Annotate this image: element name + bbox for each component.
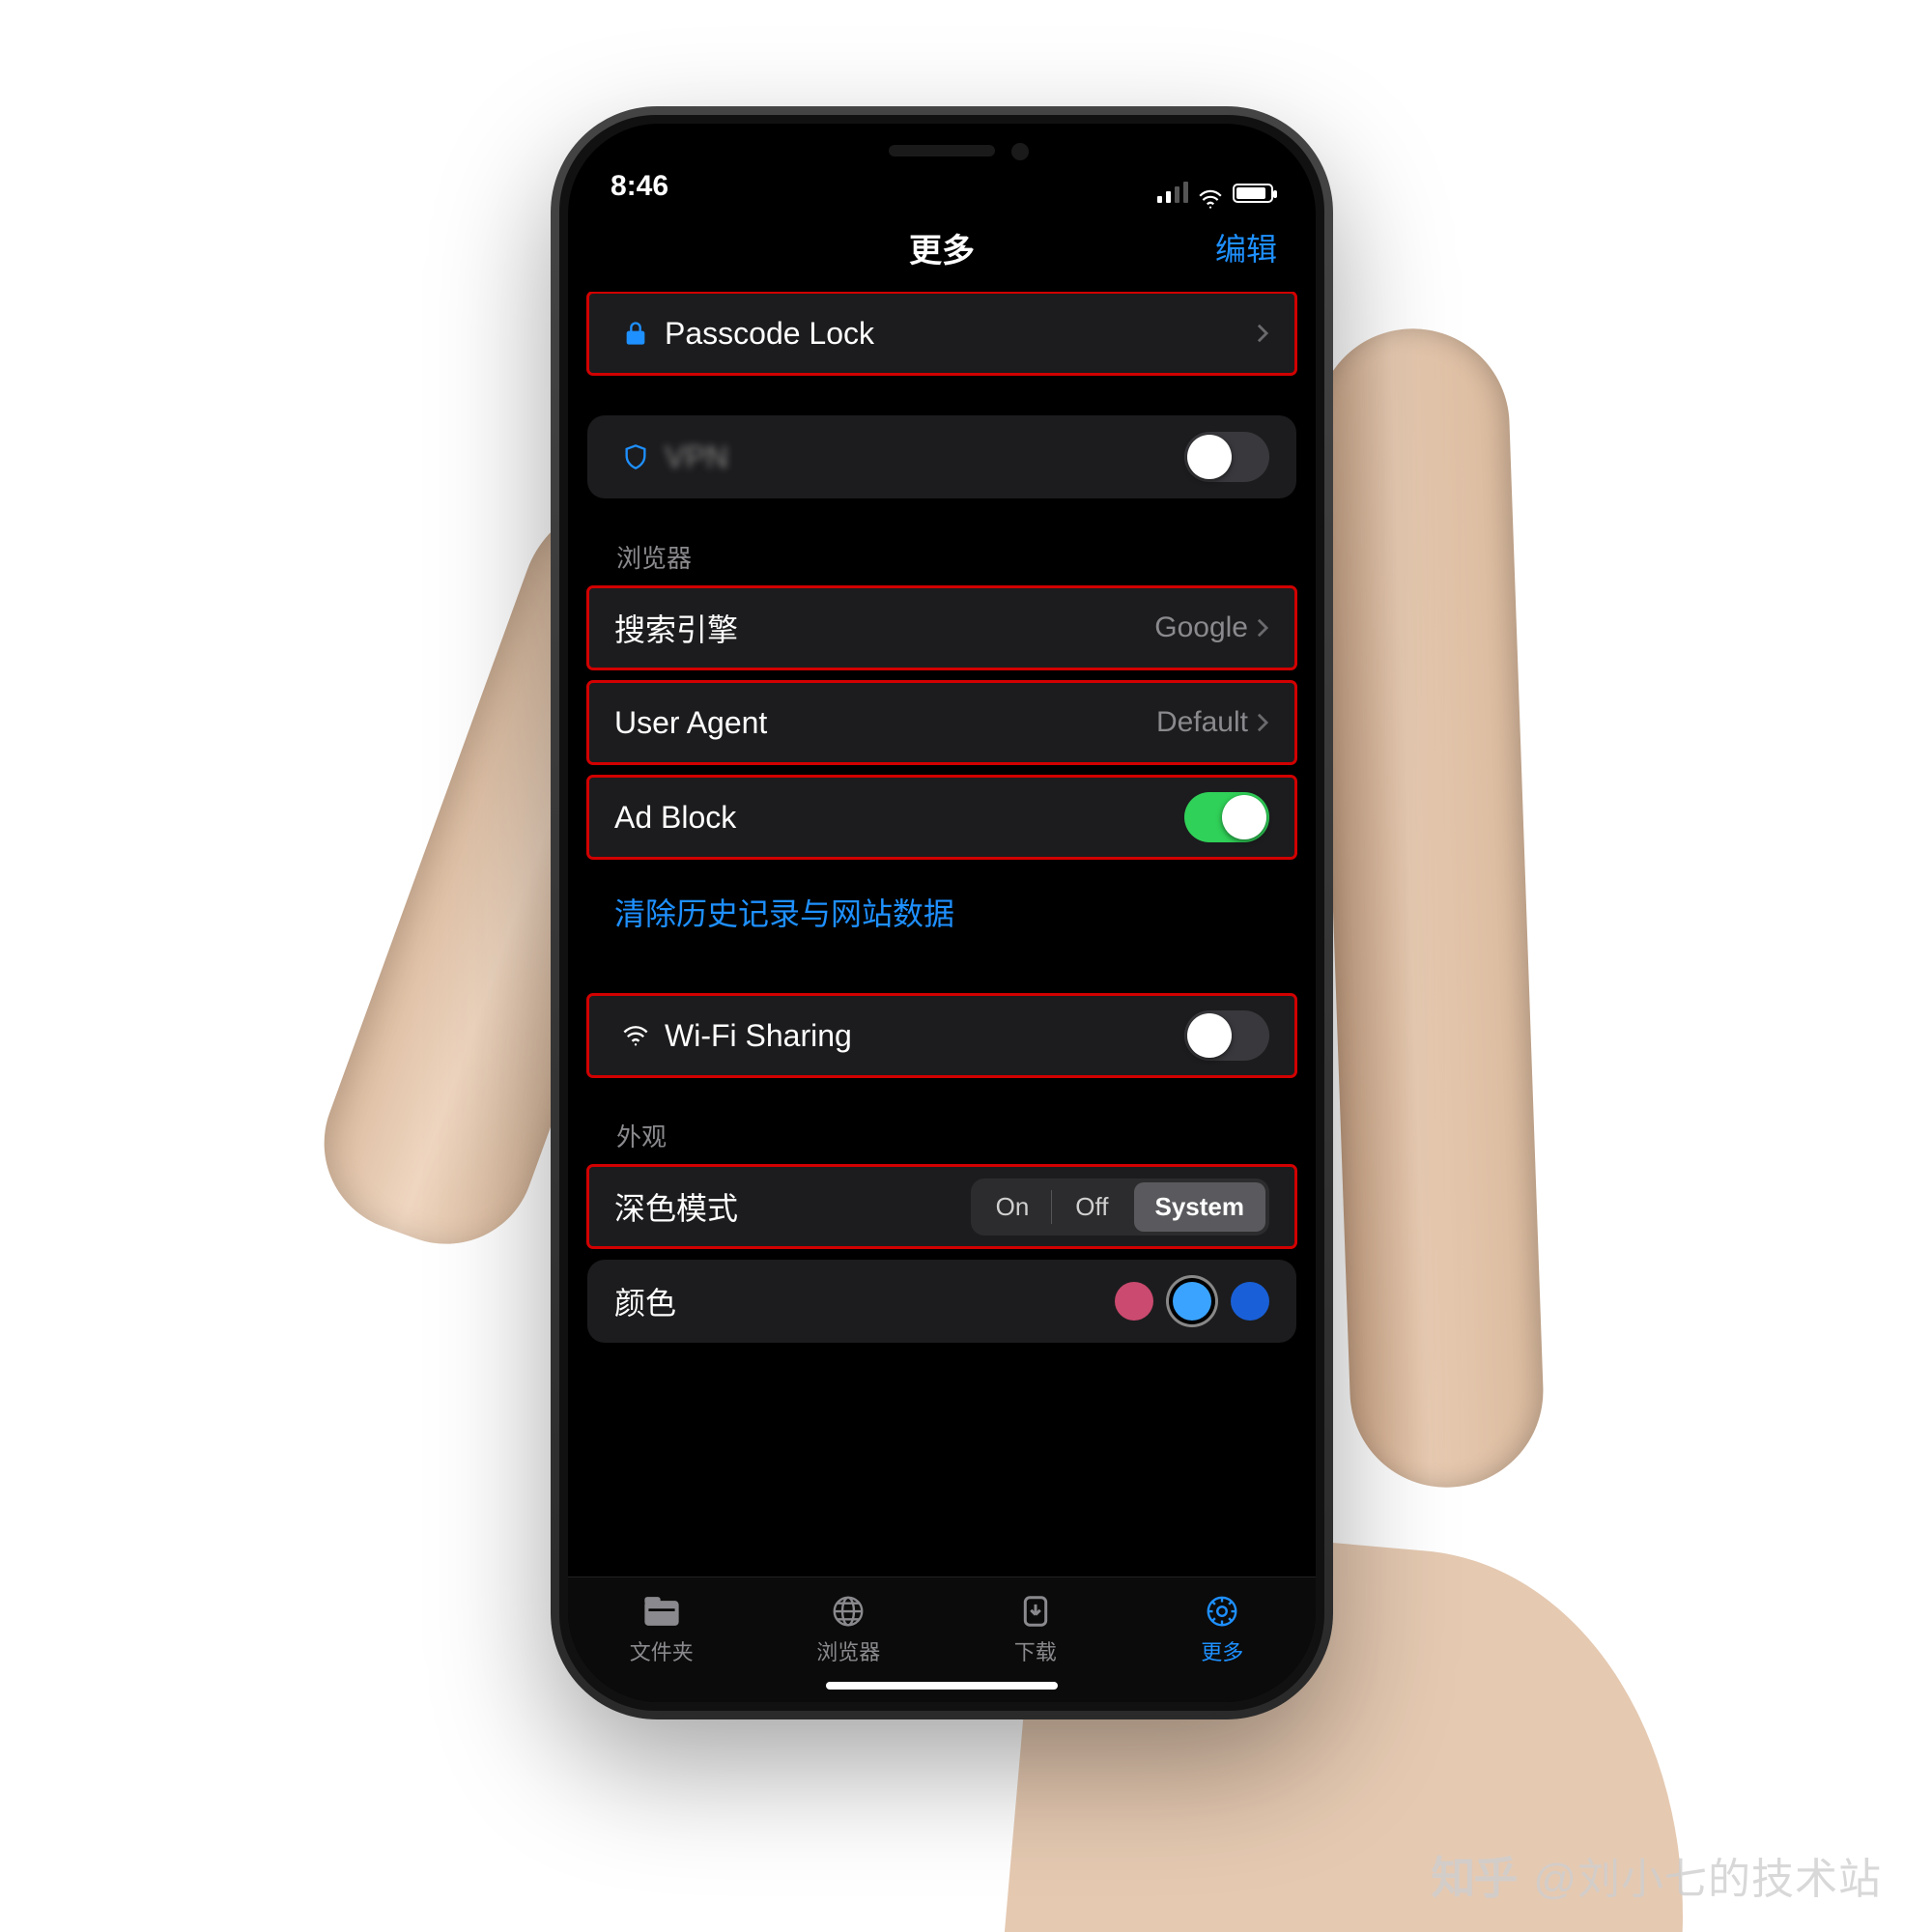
ad-block-row[interactable]: Ad Block [587,776,1296,859]
passcode-lock-row[interactable]: Passcode Lock [587,292,1296,375]
tab-more-label: 更多 [1201,1635,1243,1666]
tab-folder-label: 文件夹 [630,1635,694,1666]
search-engine-row[interactable]: 搜索引擎 Google [587,586,1296,669]
dark-mode-option-on[interactable]: On [975,1182,1051,1232]
vpn-row[interactable]: VPN [587,415,1296,498]
section-header-appearance: 外观 [587,1118,1296,1165]
wifi-sharing-row[interactable]: Wi-Fi Sharing [587,994,1296,1077]
home-indicator[interactable] [826,1682,1058,1690]
passcode-lock-label: Passcode Lock [665,316,1256,352]
vpn-toggle[interactable] [1184,432,1269,482]
chevron-right-icon [1256,617,1269,639]
dark-mode-option-system[interactable]: System [1134,1182,1266,1232]
page-title: 更多 [909,224,975,271]
battery-icon [1233,184,1273,203]
clear-history-label: 清除历史记录与网站数据 [614,890,1269,934]
search-engine-value: Google [1154,611,1248,644]
edit-button[interactable]: 编辑 [1215,225,1277,270]
dark-mode-option-off[interactable]: Off [1054,1182,1129,1232]
shield-icon [614,443,657,470]
color-label: 颜色 [614,1279,1115,1323]
vpn-label: VPN [665,440,1184,475]
zhihu-logo: 知乎 [1431,1843,1516,1907]
ad-block-label: Ad Block [614,800,1184,836]
user-agent-label: User Agent [614,705,1156,741]
wifi-icon [1198,184,1223,203]
tab-more[interactable]: 更多 [1129,1577,1317,1681]
dark-mode-label: 深色模式 [614,1184,971,1229]
color-options [1115,1282,1269,1321]
dark-mode-row: 深色模式 On Off System [587,1165,1296,1248]
cellular-icon [1157,184,1188,203]
lock-icon [614,320,657,347]
section-header-browser: 浏览器 [587,539,1296,586]
settings-content: Passcode Lock VPN 浏览器 [568,292,1316,1577]
user-agent-value: Default [1156,706,1248,739]
wifi-sharing-toggle[interactable] [1184,1010,1269,1061]
notch [768,124,1116,174]
tab-browser[interactable]: 浏览器 [755,1577,943,1681]
chevron-right-icon [1256,323,1269,344]
color-row: 颜色 [587,1260,1296,1343]
tab-browser-label: 浏览器 [816,1635,880,1666]
color-swatch-pink[interactable] [1115,1282,1153,1321]
hand-fingers [1313,326,1547,1491]
wifi-sharing-label: Wi-Fi Sharing [665,1018,1184,1054]
tab-bar: 文件夹 浏览器 下载 更多 [568,1577,1316,1702]
color-swatch-blue-light[interactable] [1173,1282,1211,1321]
watermark: 知乎 @刘小七的技术站 [1431,1843,1882,1907]
color-swatch-blue[interactable] [1231,1282,1269,1321]
wifi-icon [614,1022,657,1049]
status-time: 8:46 [611,170,668,203]
tab-folder[interactable]: 文件夹 [568,1577,755,1681]
chevron-right-icon [1256,712,1269,733]
phone-screen: 8:46 更多 编辑 [568,124,1316,1702]
clear-history-row[interactable]: 清除历史记录与网站数据 [587,870,1296,953]
tab-downloads[interactable]: 下载 [942,1577,1129,1681]
search-engine-label: 搜索引擎 [614,606,1154,650]
phone-frame: 8:46 更多 编辑 [551,106,1333,1719]
nav-bar: 更多 编辑 [568,203,1316,292]
watermark-text: @刘小七的技术站 [1533,1844,1882,1906]
tab-downloads-label: 下载 [1014,1635,1057,1666]
dark-mode-segmented[interactable]: On Off System [971,1179,1269,1236]
user-agent-row[interactable]: User Agent Default [587,681,1296,764]
ad-block-toggle[interactable] [1184,792,1269,842]
